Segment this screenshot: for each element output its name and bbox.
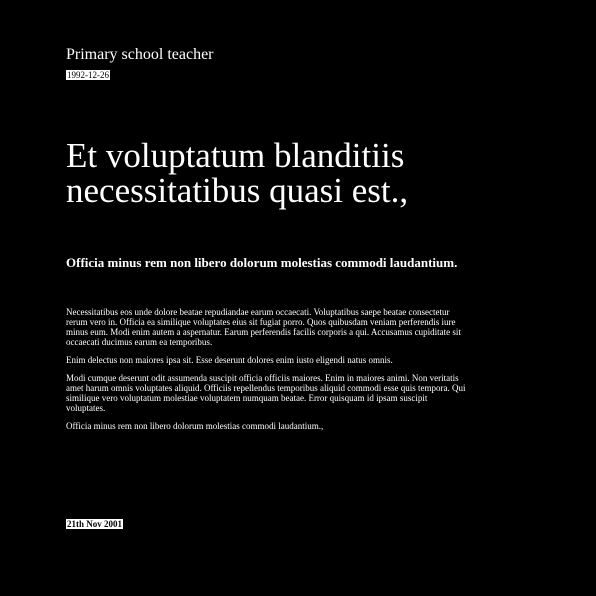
footer-date: 21th Nov 2001 xyxy=(66,519,124,529)
body-paragraph: Officia minus rem non libero dolorum mol… xyxy=(66,421,324,431)
body-paragraph: Necessitatibus eos unde dolore beatae re… xyxy=(66,307,461,347)
author-role: Primary school teacher xyxy=(66,46,214,63)
document-subtitle: Officia minus rem non libero dolorum mol… xyxy=(66,255,458,270)
document-body: Necessitatibus eos unde dolore beatae re… xyxy=(66,307,466,439)
body-paragraph: Modi cumque deserunt odit assumenda susc… xyxy=(66,373,466,413)
document-page: Primary school teacher 1992-12-26 Et vol… xyxy=(66,0,466,596)
document-title: Et voluptatum blanditiis necessitatibus … xyxy=(66,136,409,210)
publication-date: 1992-12-26 xyxy=(66,70,110,80)
body-paragraph: Enim delectus non maiores ipsa sit. Esse… xyxy=(66,355,393,365)
